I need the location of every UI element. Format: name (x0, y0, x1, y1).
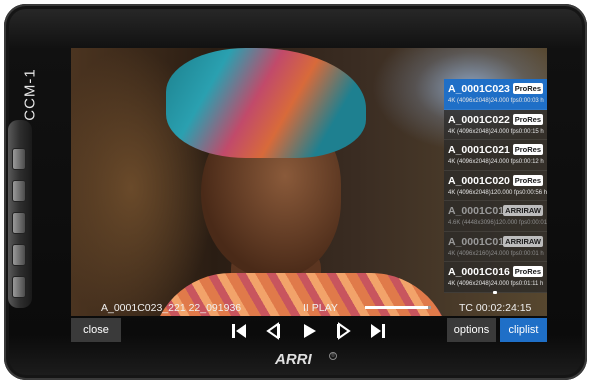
skip-to-start-icon[interactable] (229, 321, 249, 341)
clip-duration: 0:00:15 h (518, 128, 544, 135)
clip-resolution: 4K (4096x2048) (448, 128, 491, 135)
clip-duration: 0:00:01 h (518, 250, 544, 257)
clip-fps: 120.000 fps (490, 189, 523, 196)
clip-duration: 0:00:03 h (518, 98, 544, 104)
clip-list[interactable]: A_0001C023 ProRes 4K (4096x2048) 24.000 fps… (444, 79, 547, 294)
device-model-label: CCM-1 (21, 68, 39, 121)
clip-duration: 0:01:11 h (518, 281, 544, 287)
clip-name: A_0001C018 (448, 205, 510, 217)
play-icon[interactable] (299, 321, 319, 341)
clip-meta: 4K (4096x2048) 24.000 fps 0:01:11 h (448, 281, 543, 287)
clip-list-item[interactable]: A_0001C023 ProRes 4K (4096x2048) 24.000 fps… (444, 79, 547, 110)
clip-name: A_0001C016 (448, 266, 510, 278)
play-state: II PLAY (303, 302, 338, 314)
clip-fps: 24.000 fps (490, 98, 519, 104)
clip-meta: 4K (4096x2048) 120.000 fps 0:00:56 h (448, 189, 547, 196)
clip-fps: 24.000 fps (490, 128, 519, 135)
side-button-3[interactable] (12, 212, 26, 234)
codec-badge: ProRes (512, 113, 543, 125)
registered-mark: ® (329, 352, 337, 360)
clip-meta: 4K (4096x2048) 24.000 fps 0:00:12 h (448, 159, 544, 165)
clip-name: A_0001C023 (448, 83, 510, 95)
side-button-5[interactable] (12, 276, 26, 298)
timecode: TC 00:02:24:15 (459, 302, 532, 314)
step-back-icon[interactable] (263, 321, 283, 341)
clip-list-item[interactable]: A_0001C017 ARRIRAW 4K (4096x2160) 24.000 fp… (444, 231, 547, 262)
clip-resolution: 4K (4096x2048) (448, 281, 491, 287)
clip-meta: 4K (4096x2048) 24.000 fps 0:00:15 h (448, 128, 544, 135)
options-button[interactable]: options (447, 318, 496, 342)
clip-resolution: 4.6K (4448x3096) (448, 220, 496, 226)
clip-fps: 24.000 fps (490, 159, 519, 165)
clip-name: A_0001C017 (448, 235, 510, 248)
side-button-4[interactable] (12, 244, 26, 266)
clip-resolution: 4K (4096x2048) (448, 159, 491, 165)
clip-fps: 120.000 fps (495, 220, 528, 226)
clip-name: A_0001C021 (448, 144, 510, 156)
clip-list-item[interactable]: A_0001C021 ProRes 4K (4096x2048) 24.000 fps… (444, 140, 547, 171)
codec-badge: ProRes (512, 174, 543, 186)
clip-list-item[interactable]: A_0001C022 ProRes 4K (4096x2048) 24.000 fps… (444, 109, 547, 140)
codec-badge: ProRes (512, 266, 543, 277)
clip-meta: 4K (4096x2160) 24.000 fps 0:00:01 h (448, 250, 544, 257)
clip-duration: 0:00:12 h (518, 159, 544, 165)
clip-meta: 4.6K (4448x3096)120.000 fps0:00:01 h (448, 220, 547, 226)
clip-duration: 0:00:56 h (522, 189, 547, 196)
clip-name: A_0001C022 (448, 113, 510, 126)
clip-fps: 24.000 fps (490, 281, 519, 287)
current-clip-name: A_0001C023_221 22_091936 (101, 302, 242, 314)
clip-duration: 0:00:01 h (527, 220, 547, 226)
playback-progress-bar[interactable] (365, 306, 431, 309)
clip-list-item[interactable]: A_0001C020 ProRes 4K (4096x2048) 120.000 fp… (444, 170, 547, 201)
scroll-indicator (493, 290, 497, 294)
playback-progress-fill (365, 306, 428, 309)
close-button[interactable]: close (71, 318, 121, 342)
codec-badge: ARRIRAW (503, 235, 543, 247)
clip-list-item[interactable]: A_0001C016 ProRes 4K (4096x2048) 24.000 fps… (444, 262, 547, 293)
clip-meta: 4K (4096x2048) 24.000 fps 0:00:03 h (448, 98, 544, 104)
clip-list-item[interactable]: A_0001C018 ARRIRAW 4.6K (4448x3096) 120.000… (444, 201, 547, 232)
side-button-1[interactable] (12, 148, 26, 170)
brand-logo: ARRI (275, 351, 312, 368)
clip-fps: 24.000 fps (490, 250, 519, 257)
clip-resolution: 4K (4096x2160) (448, 250, 491, 257)
codec-badge: ProRes (512, 144, 543, 155)
clip-resolution: 4K (4096x2048) (448, 98, 491, 104)
playback-osd: A_0001C023_221 22_091936 II PLAY TC 00:0… (71, 296, 547, 316)
cliplist-button[interactable]: cliplist (500, 318, 547, 342)
clip-name: A_0001C020 (448, 174, 510, 187)
codec-badge: ARRIRAW (503, 205, 543, 216)
codec-badge: ProRes (512, 83, 543, 94)
step-forward-icon[interactable] (334, 321, 354, 341)
skip-to-end-icon[interactable] (368, 321, 388, 341)
side-button-2[interactable] (12, 180, 26, 202)
video-preview[interactable]: A_0001C023 ProRes 4K (4096x2048) 24.000 fps… (71, 48, 547, 316)
clip-resolution: 4K (4096x2048) (448, 189, 491, 196)
